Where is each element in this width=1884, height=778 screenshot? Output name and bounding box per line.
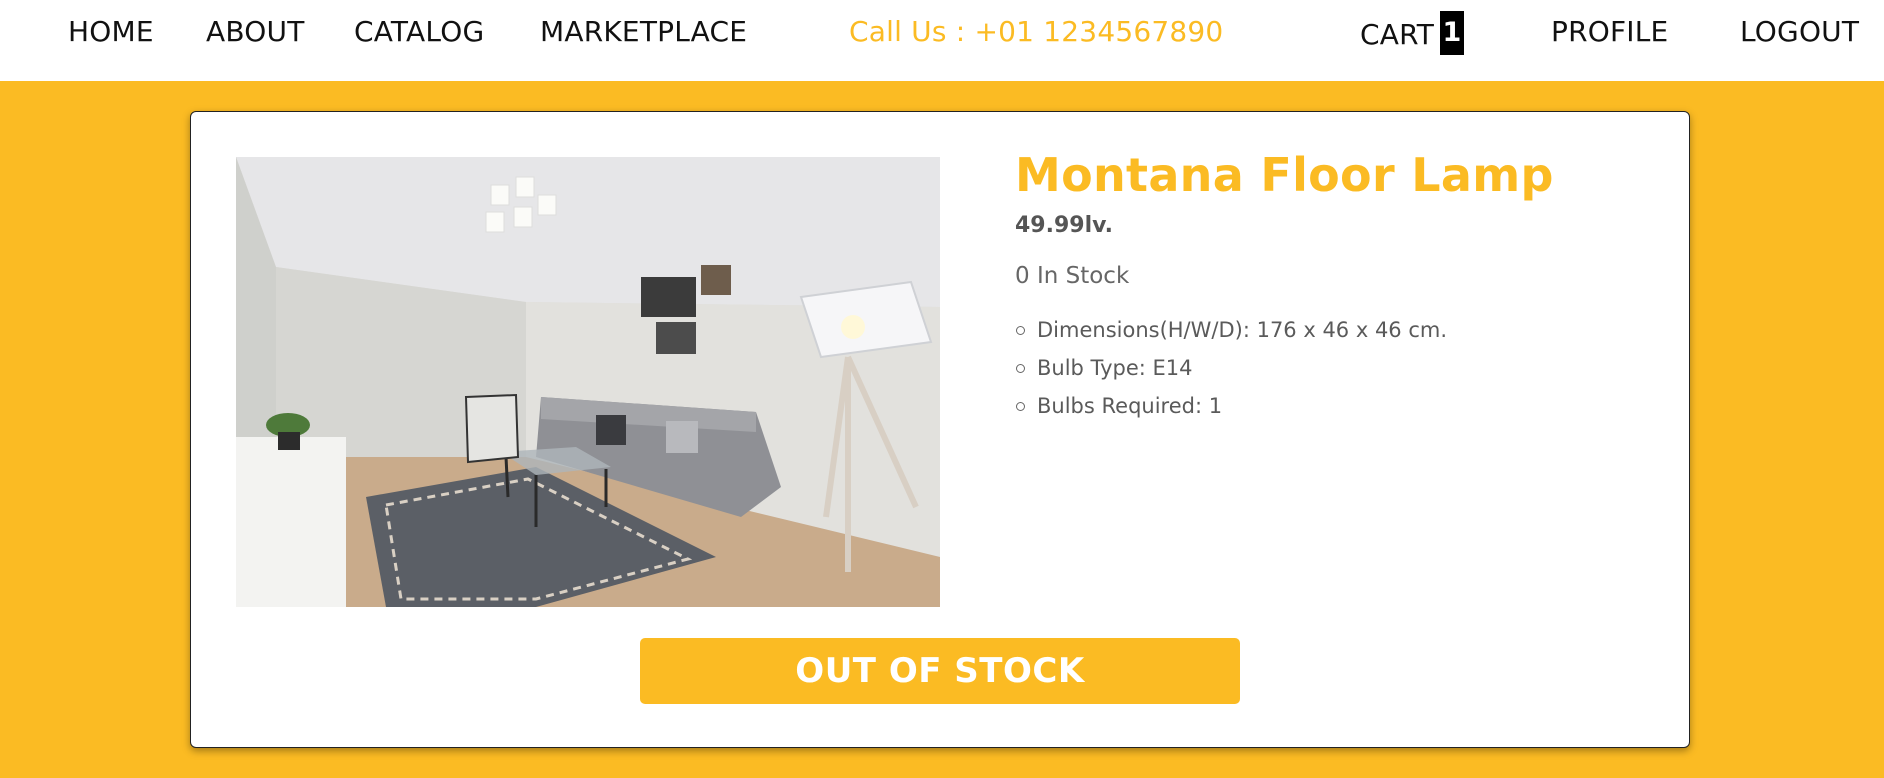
spec-item-dimensions: Dimensions(H/W/D): 176 x 46 x 46 cm. — [1015, 315, 1447, 353]
spec-list: Dimensions(H/W/D): 176 x 46 x 46 cm. Bul… — [1015, 315, 1447, 429]
nav-profile-link[interactable]: PROFILE — [1551, 14, 1668, 50]
nav-about-link[interactable]: ABOUT — [206, 14, 305, 50]
living-room-photo — [236, 157, 940, 607]
nav-cart-label: CART — [1360, 18, 1435, 51]
bullet-circle-icon — [1016, 326, 1025, 335]
product-title: Montana Floor Lamp — [1015, 148, 1554, 202]
nav-logout-link[interactable]: LOGOUT — [1740, 14, 1859, 50]
spec-text: Dimensions(H/W/D): 176 x 46 x 46 cm. — [1037, 318, 1448, 342]
bullet-circle-icon — [1016, 364, 1025, 373]
spec-text: Bulbs Required: 1 — [1037, 394, 1223, 418]
nav-phone-text: Call Us : +01 1234567890 — [849, 15, 1224, 48]
nav-home-link[interactable]: HOME — [68, 14, 154, 50]
product-image — [236, 157, 940, 607]
bullet-circle-icon — [1016, 402, 1025, 411]
spec-text: Bulb Type: E14 — [1037, 356, 1193, 380]
top-navbar: HOME ABOUT CATALOG MARKETPLACE Call Us :… — [0, 0, 1884, 81]
nav-marketplace-link[interactable]: MARKETPLACE — [540, 14, 747, 50]
product-price: 49.99lv. — [1015, 213, 1114, 238]
nav-catalog-link[interactable]: CATALOG — [354, 14, 484, 50]
spec-item-bulbs-required: Bulbs Required: 1 — [1015, 391, 1447, 429]
stock-status: 0 In Stock — [1015, 263, 1130, 289]
product-card: Montana Floor Lamp 49.99lv. 0 In Stock D… — [190, 111, 1690, 748]
spec-item-bulb-type: Bulb Type: E14 — [1015, 353, 1447, 391]
cart-count-badge: 1 — [1440, 11, 1465, 55]
out-of-stock-button[interactable]: OUT OF STOCK — [640, 638, 1240, 704]
nav-cart-link[interactable]: CART 1 — [1360, 11, 1465, 58]
